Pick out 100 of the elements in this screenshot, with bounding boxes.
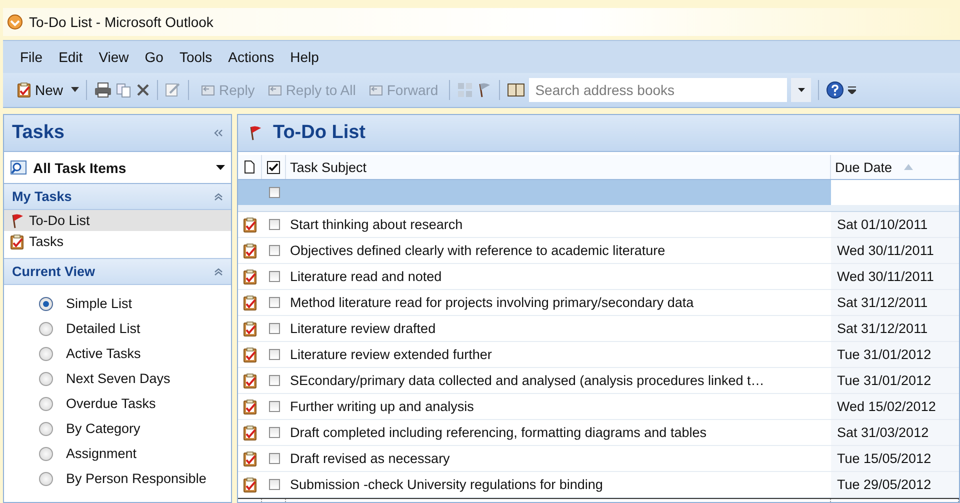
task-checkbox[interactable] [268,479,280,490]
toolbar-button[interactable]: New [13,80,68,100]
column-header[interactable]: Task Subject [286,155,831,179]
search-field[interactable]: Search address books [529,78,788,102]
print-icon[interactable] [94,82,112,98]
radio-button[interactable] [39,322,53,336]
menu-item[interactable]: Go [138,46,170,68]
due-date: Tue 29/05/2012 [831,472,959,497]
task-icon [242,216,258,232]
task-subject: Further writing up and analysis [289,398,475,416]
caret-icon [216,164,225,170]
due-date: Tue 15/05/2012 [831,446,959,471]
view-option[interactable]: Assignment [66,446,137,461]
task-checkbox[interactable] [268,297,280,308]
task-checkbox[interactable] [268,453,280,464]
item-type-icon[interactable] [244,160,255,174]
delete-icon[interactable] [136,83,150,97]
task-subject: Literature read and noted [289,268,443,286]
list-title: To-Do List [273,122,366,144]
task-subject: Draft completed including referencing, formatting diagrams and tables [289,424,708,442]
due-date: Sat 31/12/2011 [831,290,959,315]
due-date: Sat 31/03/2012 [831,420,959,445]
task-subject: Draft revised as necessary [289,450,451,468]
menu-item[interactable]: Actions [221,46,282,68]
address-book-icon[interactable] [507,83,526,97]
task-checkbox[interactable] [268,349,280,360]
task-icon [242,372,258,388]
view-option[interactable]: Active Tasks [66,346,141,361]
envelope-icon [266,83,283,97]
menu-item[interactable]: File [13,46,50,68]
task-icon [242,424,258,440]
collapse-icon[interactable] [214,192,223,200]
menu-item[interactable]: Help [283,46,326,68]
view-option[interactable]: Simple List [66,296,132,311]
due-date: Sat 01/10/2011 [831,212,959,237]
task-checkbox[interactable] [268,219,280,230]
task-subject: Submission -check University regulations for binding [289,476,604,494]
task-icon [242,450,258,466]
caret-icon [798,88,805,92]
task-icon [242,346,258,362]
nav-item[interactable]: Tasks [4,231,231,252]
sort-icon [904,164,914,170]
collapse-icon[interactable] [214,129,223,137]
move-icon[interactable] [116,82,132,98]
search-icon [10,160,28,176]
section-header[interactable]: My Tasks [4,184,231,210]
view-option[interactable]: By Person Responsible [66,471,206,486]
menu-item[interactable]: Edit [52,46,90,68]
task-subject: Method literature read for projects involving primary/secondary data [289,294,695,312]
task-icon [242,476,258,492]
flag-icon [477,82,492,98]
flag-icon [248,125,263,141]
task-checkbox[interactable] [268,245,280,256]
column-header[interactable]: Due Date [835,160,892,174]
radio-button[interactable] [39,446,53,460]
task-checkbox[interactable] [268,187,280,198]
task-subject: Literature review extended further [289,346,493,364]
task-checkbox[interactable] [268,375,280,386]
due-date: Tue 31/01/2012 [831,342,959,367]
task-checkbox[interactable] [268,427,280,438]
menu-item[interactable]: View [92,46,136,68]
task-checkbox[interactable] [268,401,280,412]
radio-button[interactable] [39,422,53,436]
radio-button[interactable] [39,346,53,360]
task-subject: Literature review drafted [289,320,437,338]
window-title: To-Do List - Microsoft Outlook [29,14,214,30]
task-checkbox[interactable] [268,323,280,334]
search-dropdown[interactable] [791,78,812,102]
due-date: Sat 31/12/2011 [831,316,959,341]
complete-column-icon[interactable] [267,160,280,174]
task-checkbox[interactable] [268,271,280,282]
radio-button[interactable] [39,296,53,310]
view-option[interactable]: Detailed List [66,321,140,336]
edit-icon[interactable] [165,82,182,98]
app-logo-icon [7,14,23,30]
view-option[interactable]: Next Seven Days [66,371,170,386]
task-icon [242,268,258,284]
view-option[interactable]: By Category [66,421,140,436]
due-date-field[interactable] [831,180,959,205]
radio-button[interactable] [39,372,53,386]
radio-button[interactable] [39,472,53,486]
overflow-icon[interactable] [848,86,856,94]
pane-title: Tasks [12,122,64,144]
collapse-icon[interactable] [214,268,223,276]
task-icon [10,234,25,250]
due-date: Wed 15/02/2012 [831,394,959,419]
view-option[interactable]: Overdue Tasks [66,396,156,411]
task-icon [242,398,258,414]
nav-item[interactable]: To-Do List [4,210,231,231]
flag-icon [10,212,25,228]
due-date: Tue 31/01/2012 [831,368,959,393]
menu-item[interactable]: Tools [172,46,220,68]
radio-button[interactable] [39,396,53,410]
help-icon[interactable] [826,81,844,99]
caret-icon[interactable] [71,87,80,93]
task-icon [242,294,258,310]
section-header[interactable]: Current View [4,258,231,285]
due-date: Wed 30/11/2011 [831,264,959,289]
task-icon [242,242,258,258]
due-date: Wed 30/11/2011 [831,238,959,263]
